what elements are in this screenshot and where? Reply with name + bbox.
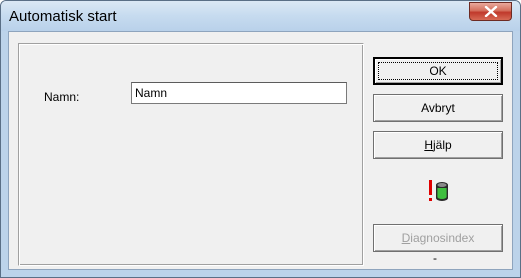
dialog-body: Namn: OK Avbryt Hjälp Diagnosindex - xyxy=(8,31,513,270)
close-icon xyxy=(484,6,498,17)
window-title: Automatisk start xyxy=(9,8,117,25)
diagnostics-mnemonic: D xyxy=(401,231,411,245)
dialog-window: Automatisk start Namn: OK Avbryt Hjälp D… xyxy=(0,0,521,278)
cancel-button[interactable]: Avbryt xyxy=(373,94,503,122)
title-bar[interactable]: Automatisk start xyxy=(1,1,520,31)
diagnostics-index-button[interactable]: Diagnosindex xyxy=(373,224,503,252)
name-label: Namn: xyxy=(44,90,80,104)
warning-db-icon xyxy=(429,180,448,201)
help-label: jälp xyxy=(432,138,452,152)
settings-group: Namn: xyxy=(18,43,364,266)
diagnostics-label: iagnosindex xyxy=(410,231,475,245)
ok-button[interactable]: OK xyxy=(373,57,503,85)
help-button[interactable]: Hjälp xyxy=(373,131,503,159)
help-mnemonic: H xyxy=(424,138,433,152)
name-input[interactable] xyxy=(131,82,347,104)
close-button[interactable] xyxy=(469,2,512,21)
status-value: - xyxy=(433,251,437,265)
